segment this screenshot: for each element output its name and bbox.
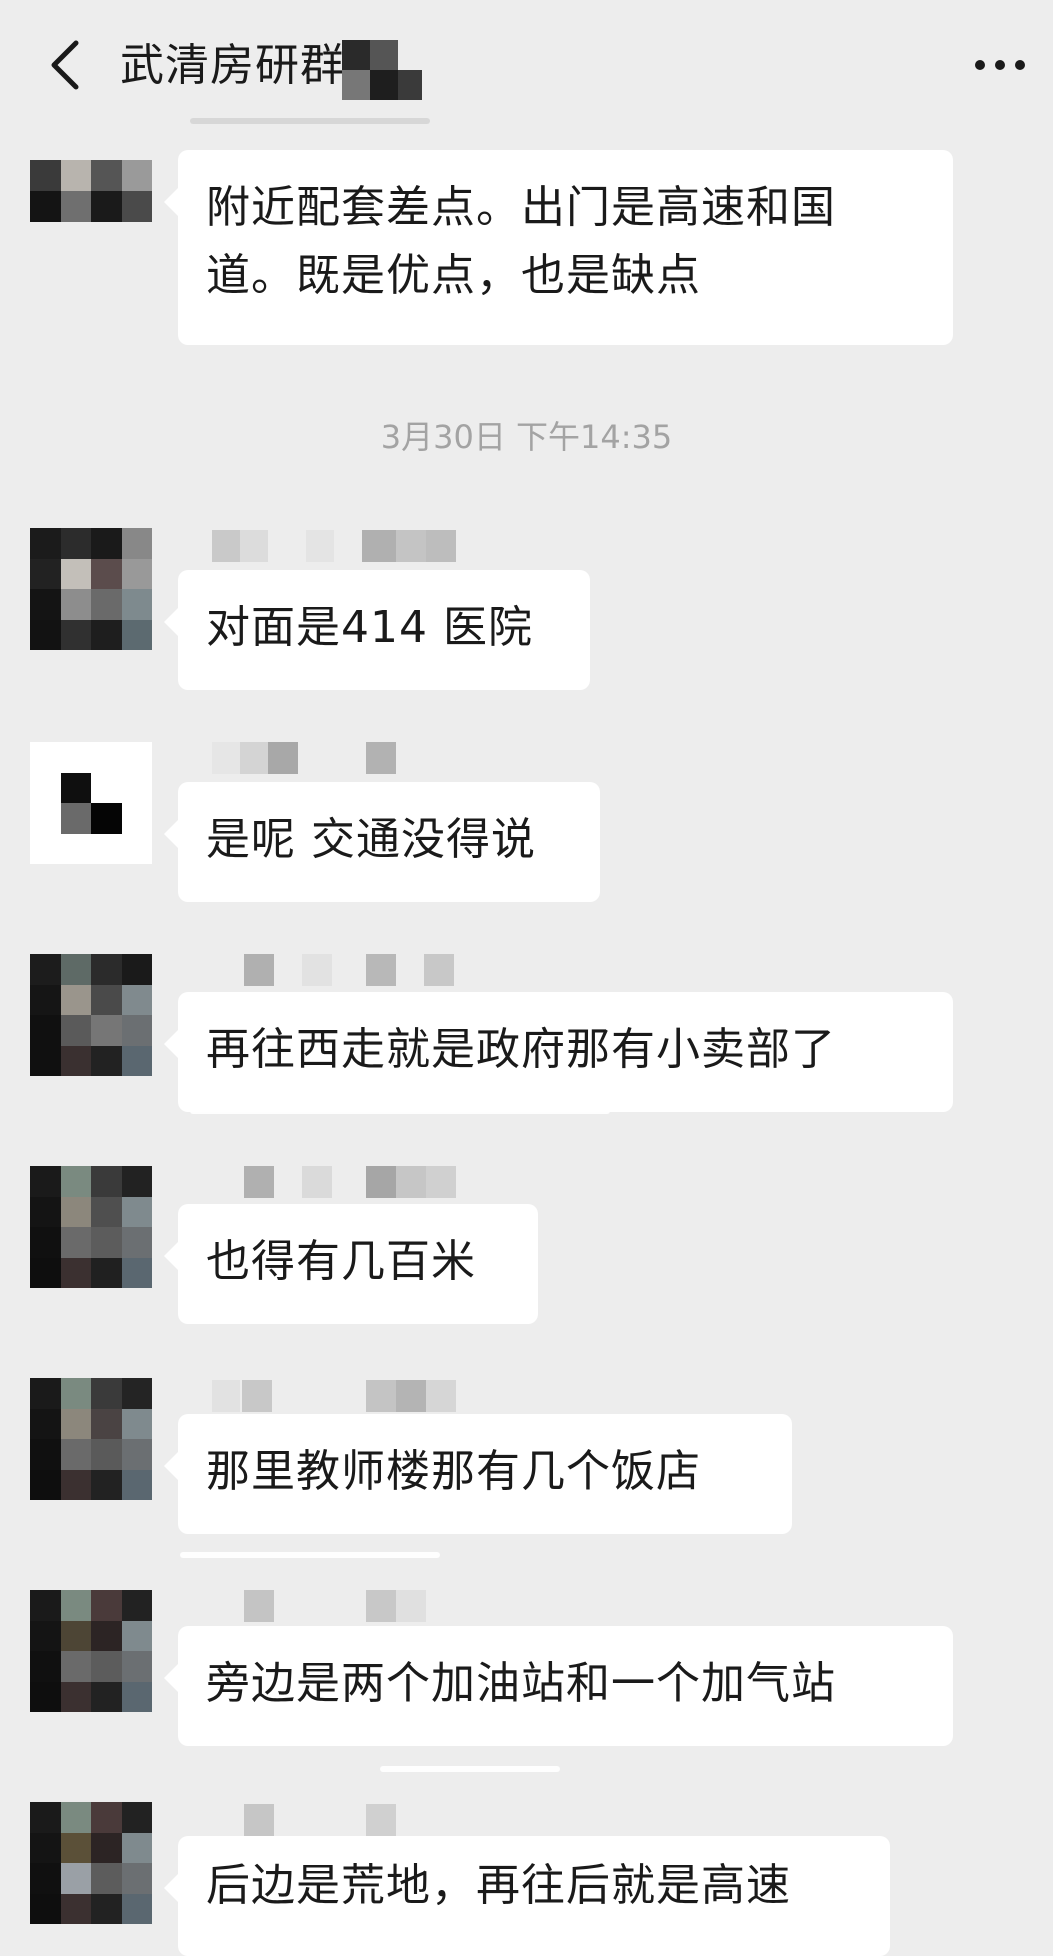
title-redaction-mosaic [342,40,422,102]
chevron-left-icon [51,40,79,90]
avatar[interactable] [30,1802,152,1924]
message-bubble[interactable]: 旁边是两个加油站和一个加气站 [164,1626,953,1746]
avatar[interactable] [30,528,152,650]
message-bubble[interactable]: 对面是414 医院 [164,570,590,690]
message-bubble[interactable]: 是呢 交通没得说 [164,782,600,902]
back-button[interactable] [36,30,96,100]
avatar[interactable] [30,1590,152,1712]
obscured-text-remnant [380,1766,560,1772]
avatar[interactable] [30,1378,152,1500]
avatar[interactable] [30,1166,152,1288]
avatar[interactable] [30,954,152,1076]
chat-title: 武清房研群 [120,40,345,91]
avatar[interactable] [30,742,152,864]
message-bubble[interactable]: 后边是荒地，再往后就是高速 [164,1836,890,1956]
obscured-text-remnant [190,118,430,124]
obscured-text-remnant [180,1316,400,1322]
message-bubble[interactable]: 再往西走就是政府那有小卖部了 [164,992,953,1112]
ellipsis-icon [975,60,1025,70]
more-button[interactable] [965,30,1035,100]
obscured-text-remnant [180,1552,440,1558]
chat-header: 武清房研群 [0,0,1053,130]
avatar[interactable] [30,160,152,222]
message-bubble[interactable]: 那里教师楼那有几个饭店 [164,1414,792,1534]
message-bubble[interactable]: 附近配套差点。出门是高速和国道。既是优点，也是缺点 [164,150,953,345]
timestamp: 3月30日 下午14:35 [380,418,673,456]
message-bubble[interactable]: 也得有几百米 [164,1204,538,1324]
obscured-text-remnant [190,1108,610,1114]
